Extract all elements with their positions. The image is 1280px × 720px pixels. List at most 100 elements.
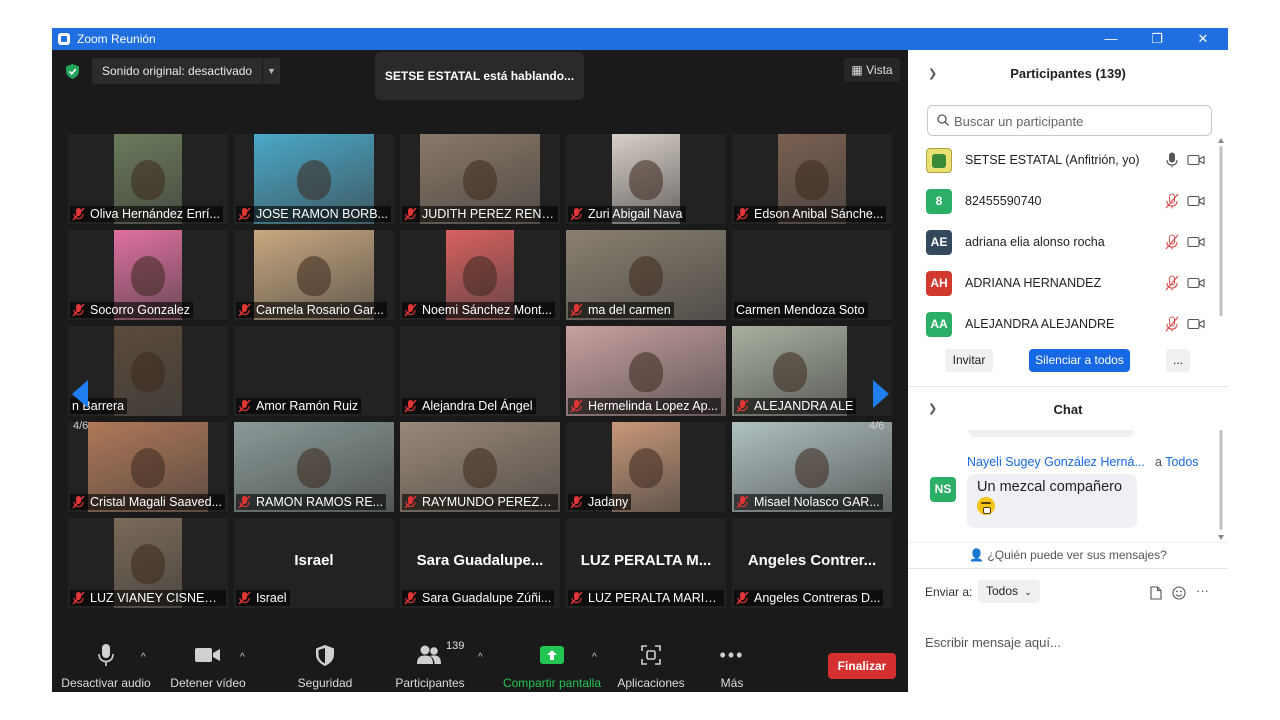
mic-muted-icon[interactable] <box>1164 316 1180 332</box>
invite-button[interactable]: Invitar <box>945 349 993 372</box>
video-tile[interactable]: Oliva Hernández Enrí... <box>68 134 228 224</box>
audio-options-chevron-icon[interactable]: ^ <box>141 652 146 663</box>
chat-more-icon[interactable]: ··· <box>1196 583 1209 598</box>
chevron-down-icon[interactable]: ▼ <box>262 58 280 84</box>
who-can-see-link[interactable]: 👤 ¿Quién puede ver sus mensajes? <box>908 548 1228 562</box>
video-tile[interactable]: Hermelinda Lopez Ap... <box>566 326 726 416</box>
share-screen-button[interactable]: Compartir pantalla <box>500 640 604 692</box>
share-options-chevron-icon[interactable]: ^ <box>592 652 597 663</box>
tile-name-label: Noemi Sánchez Mont... <box>402 302 555 318</box>
video-tile[interactable]: Sara Guadalupe... Sara Guadalupe Zúñi... <box>400 518 560 608</box>
participants-more-button[interactable]: ... <box>1166 349 1190 372</box>
video-camera-icon[interactable] <box>1187 316 1205 332</box>
video-tile[interactable]: JUDITH PEREZ REND... <box>400 134 560 224</box>
participant-row[interactable]: SETSE ESTATAL (Anfitrión, yo) <box>908 139 1218 180</box>
video-tile[interactable]: Edson Anibal Sánche... <box>732 134 892 224</box>
chat-sender-name[interactable]: Nayeli Sugey González Herná... <box>967 455 1145 469</box>
video-camera-icon[interactable] <box>1187 275 1205 291</box>
send-to-value: Todos <box>986 584 1019 598</box>
participant-avatar <box>926 148 952 173</box>
original-sound-dropdown[interactable]: Sonido original: desactivado ▼ <box>92 58 280 84</box>
participant-row[interactable]: 8 82455590740 <box>908 180 1218 221</box>
video-tile[interactable]: LUZ VIANEY CISNEROS <box>68 518 228 608</box>
more-button[interactable]: ••• Más <box>708 640 756 692</box>
mic-muted-icon <box>570 207 583 221</box>
video-tile[interactable]: Cristal Magali Saaved... <box>68 422 228 512</box>
mute-all-button[interactable]: Silenciar a todos <box>1029 349 1130 372</box>
participants-options-chevron-icon[interactable]: ^ <box>478 652 483 663</box>
zoom-window: Zoom Reunión — ❐ ✕ Sonido original: desa… <box>52 28 1228 692</box>
mic-muted-icon <box>238 495 251 509</box>
security-button[interactable]: Seguridad <box>288 640 362 692</box>
video-tile[interactable]: Socorro Gonzalez <box>68 230 228 320</box>
video-tile[interactable]: Angeles Contrer... Angeles Contreras D... <box>732 518 892 608</box>
participant-silhouette <box>463 160 497 200</box>
mic-on-icon[interactable] <box>1164 152 1180 168</box>
chat-message-input[interactable] <box>925 635 1215 650</box>
stop-video-button[interactable]: Detener vídeo <box>164 640 252 692</box>
tile-name-text: Hermelinda Lopez Ap... <box>588 399 718 413</box>
mic-muted-icon[interactable] <box>1164 193 1180 209</box>
emoji-picker-icon[interactable] <box>1172 586 1186 600</box>
video-tile[interactable]: Noemi Sánchez Mont... <box>400 230 560 320</box>
participant-row[interactable]: AE adriana elia alonso rocha <box>908 221 1218 262</box>
mic-muted-icon <box>72 303 85 317</box>
video-tile[interactable]: n Barrera <box>68 326 228 416</box>
video-tile[interactable]: RAMON RAMOS RE... <box>234 422 394 512</box>
video-tile[interactable]: RAYMUNDO PEREZ Z... <box>400 422 560 512</box>
previous-page-arrow-icon[interactable] <box>72 380 88 408</box>
participant-silhouette <box>297 448 331 488</box>
video-tile[interactable]: LUZ PERALTA M... LUZ PERALTA MARIN... <box>566 518 726 608</box>
end-meeting-button[interactable]: Finalizar <box>828 653 896 679</box>
participant-row[interactable]: AA ALEJANDRA ALEJANDRE <box>908 303 1218 344</box>
tile-name-label: ma del carmen <box>568 302 674 318</box>
video-tile[interactable]: Carmela Rosario Gar... <box>234 230 394 320</box>
chat-recipient-prefix: a <box>1155 455 1162 469</box>
send-to-dropdown[interactable]: Todos ⌄ <box>978 580 1040 603</box>
close-button[interactable]: ✕ <box>1180 28 1226 50</box>
video-tile[interactable]: ma del carmen <box>566 230 726 320</box>
tile-name-text: RAYMUNDO PEREZ Z... <box>422 495 555 509</box>
video-tile[interactable]: Alejandra Del Ángel <box>400 326 560 416</box>
participant-search-input[interactable] <box>954 112 1204 130</box>
participant-search-box[interactable] <box>927 105 1212 136</box>
apps-button[interactable]: Aplicaciones <box>612 640 690 692</box>
minimize-button[interactable]: — <box>1088 28 1134 50</box>
view-label: Vista <box>866 63 893 77</box>
file-attach-icon[interactable] <box>1150 586 1162 600</box>
mute-audio-button[interactable]: Desactivar audio <box>58 640 154 692</box>
video-camera-icon <box>195 648 220 662</box>
video-camera-icon[interactable] <box>1187 234 1205 250</box>
participant-silhouette <box>629 256 663 296</box>
participants-scrollbar[interactable] <box>1217 138 1225 542</box>
video-camera-icon[interactable] <box>1187 193 1205 209</box>
video-tile[interactable]: JOSE RAMON BORB... <box>234 134 394 224</box>
tile-name-label: Israel <box>236 590 290 606</box>
video-options-chevron-icon[interactable]: ^ <box>240 652 245 663</box>
compose-divider <box>908 568 1228 569</box>
chevron-down-icon: ⌄ <box>1024 587 1032 597</box>
title-bar: Zoom Reunión — ❐ ✕ <box>52 28 1228 50</box>
video-tile[interactable]: ALEJANDRA ALE <box>732 326 892 416</box>
tile-name-text: Misael Nolasco GAR... <box>754 495 880 509</box>
video-camera-icon[interactable] <box>1187 152 1205 168</box>
video-tile[interactable]: Amor Ramón Ruiz <box>234 326 394 416</box>
video-tile[interactable]: Jadany <box>566 422 726 512</box>
share-screen-label: Compartir pantalla <box>502 676 602 690</box>
stop-video-label: Detener vídeo <box>170 676 246 690</box>
person-lock-icon: 👤 <box>969 548 985 562</box>
video-tile[interactable]: Misael Nolasco GAR... <box>732 422 892 512</box>
participant-row[interactable]: AH ADRIANA HERNANDEZ <box>908 262 1218 303</box>
mic-muted-icon[interactable] <box>1164 275 1180 291</box>
mic-muted-icon[interactable] <box>1164 234 1180 250</box>
encryption-shield-icon[interactable] <box>66 64 79 79</box>
restore-button[interactable]: ❐ <box>1134 28 1180 50</box>
view-button[interactable]: ▦ Vista <box>844 58 900 82</box>
participants-header: ❯ Participantes (139) <box>908 50 1228 94</box>
tile-name-text: ma del carmen <box>588 303 671 317</box>
video-tile[interactable]: Israel Israel <box>234 518 394 608</box>
video-tile[interactable]: Carmen Mendoza Soto <box>732 230 892 320</box>
video-tile[interactable]: Zuri Abigail Nava <box>566 134 726 224</box>
next-page-arrow-icon[interactable] <box>873 380 889 408</box>
tile-name-text: Jadany <box>588 495 629 509</box>
